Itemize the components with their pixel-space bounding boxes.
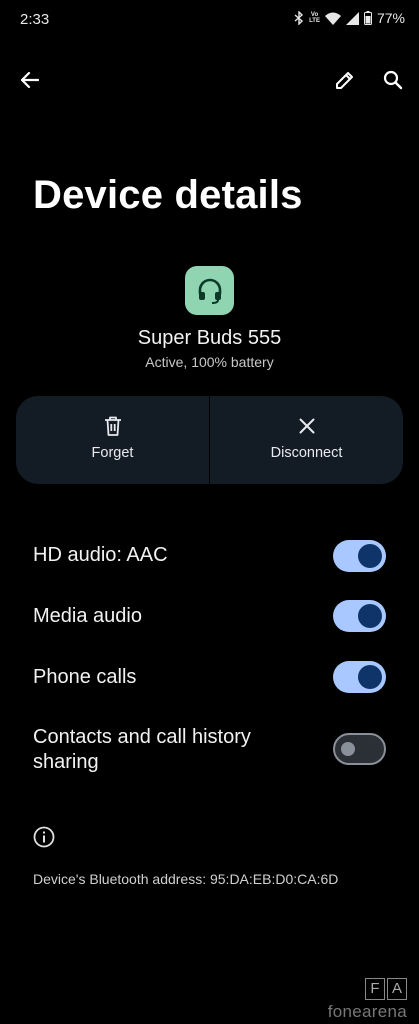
wifi-icon [324,12,341,25]
watermark-logo: FA [363,978,407,1000]
info-icon [33,826,55,848]
disconnect-button[interactable]: Disconnect [209,396,403,484]
page-title: Device details [33,173,303,217]
back-arrow-icon [20,71,39,89]
search-button[interactable] [377,64,409,96]
forget-label: Forget [91,445,134,461]
media-audio-toggle[interactable] [333,600,386,632]
headset-icon [198,278,221,304]
bluetooth-icon [294,11,304,25]
contacts-sharing-toggle[interactable] [333,733,386,765]
hd-audio-toggle[interactable] [333,540,386,572]
setting-label-contacts-sharing: Contacts and call history sharing [33,726,251,773]
back-button[interactable] [13,64,45,96]
setting-label-media-audio: Media audio [33,605,142,627]
status-time: 2:33 [20,11,50,28]
setting-label-hd-audio: HD audio: AAC [33,544,168,566]
device-name: Super Buds 555 [137,327,282,349]
toggle-knob [358,544,382,568]
battery-percent: 77% [376,10,405,26]
toggle-knob [358,604,382,628]
battery-icon [363,11,372,25]
toggle-knob [358,665,382,689]
watermark-text: fonearena [327,1002,407,1021]
volte-icon: Vo LTE [309,12,320,24]
device-actions: Forget Disconnect [16,396,403,484]
setting-label-phone-calls: Phone calls [33,666,137,688]
watermark: FA fonearena [328,978,407,1022]
device-status: Active, 100% battery [145,354,274,370]
signal-icon [345,11,359,25]
bluetooth-address: Device's Bluetooth address: 95:DA:EB:D0:… [33,871,339,887]
search-icon [383,70,403,90]
device-icon-tile [185,266,234,315]
close-icon [299,418,314,434]
edit-pencil-icon [336,72,353,89]
forget-button[interactable]: Forget [16,396,209,484]
status-icons: Vo LTE 77% [294,10,405,26]
trash-icon [104,416,121,436]
edit-button[interactable] [329,64,361,96]
toggle-knob [341,742,355,756]
phone-calls-toggle[interactable] [333,661,386,693]
disconnect-label: Disconnect [270,445,343,461]
